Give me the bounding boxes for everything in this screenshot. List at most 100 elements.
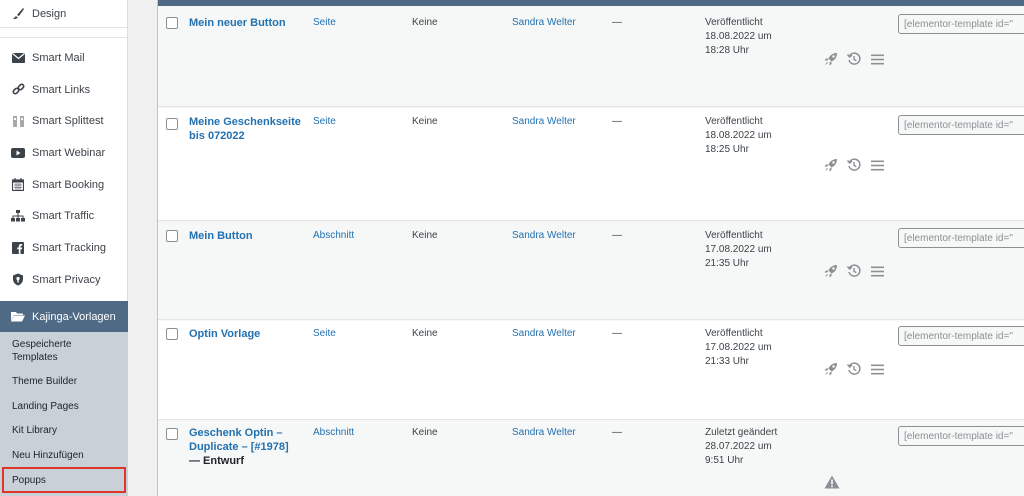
- table-row: Mein neuer Button Seite Keine Sandra Wel…: [158, 6, 1024, 107]
- row-dash: —: [612, 116, 622, 127]
- mail-icon: [11, 51, 25, 65]
- calendar-icon: [11, 178, 25, 192]
- menu-item-label: Smart Traffic: [32, 210, 95, 223]
- submenu-item-gespeicherte-templates[interactable]: Gespeicherte Templates: [12, 338, 112, 364]
- menu-item-label: Design: [32, 7, 67, 20]
- menu-item-smart-traffic[interactable]: Smart Traffic: [0, 200, 127, 232]
- templates-table: Mein neuer Button Seite Keine Sandra Wel…: [157, 0, 1024, 496]
- history-icon[interactable]: [847, 362, 861, 376]
- menu-item-label: Smart Privacy: [32, 273, 101, 286]
- menu-item-smart-webinar[interactable]: Smart Webinar: [0, 137, 127, 169]
- row-actions: [824, 264, 884, 278]
- row-type-link[interactable]: Seite: [313, 17, 336, 28]
- rocket-icon[interactable]: [824, 362, 838, 376]
- rocket-icon[interactable]: [824, 264, 838, 278]
- history-icon[interactable]: [847, 52, 861, 66]
- menu-item-label: Smart Tracking: [32, 241, 106, 254]
- shortcode-input[interactable]: [898, 115, 1024, 135]
- row-checkbox[interactable]: [166, 118, 178, 130]
- submenu-item-landing-pages[interactable]: Landing Pages: [12, 400, 79, 413]
- table-row: Mein Button Abschnitt Keine Sandra Welte…: [158, 222, 1024, 320]
- date-status: Veröffentlicht: [705, 17, 763, 28]
- row-category: Keine: [412, 17, 438, 28]
- date-time: 18:25 Uhr: [705, 144, 749, 155]
- row-title-link[interactable]: Meine Geschenkseite bis 072022: [189, 115, 301, 143]
- shortcode-input[interactable]: [898, 326, 1024, 346]
- row-author-link[interactable]: Sandra Welter: [512, 17, 576, 28]
- row-type-link[interactable]: Abschnitt: [313, 427, 354, 438]
- menu-item-smart-tracking[interactable]: Smart Tracking: [0, 232, 127, 264]
- date-time: 18:28 Uhr: [705, 45, 749, 56]
- row-dash: —: [612, 17, 622, 28]
- menu-item-design[interactable]: Design: [0, 0, 127, 28]
- menu-separator: [0, 28, 127, 38]
- sitemap-icon: [11, 209, 25, 223]
- date-status: Veröffentlicht: [705, 230, 763, 241]
- row-category: Keine: [412, 427, 438, 438]
- date-day: 18.08.2022 um: [705, 31, 772, 42]
- folder-open-icon: [11, 310, 25, 324]
- row-author-link[interactable]: Sandra Welter: [512, 427, 576, 438]
- menu-item-smart-splittest[interactable]: Smart Splittest: [0, 105, 127, 137]
- menu-item-smart-booking[interactable]: Smart Booking: [0, 169, 127, 201]
- date-day: 18.08.2022 um: [705, 130, 772, 141]
- row-checkbox[interactable]: [166, 328, 178, 340]
- row-title-link[interactable]: Geschenk Optin – Duplicate – [#1978] — E…: [189, 426, 301, 468]
- menu-item-smart-links[interactable]: Smart Links: [0, 74, 127, 106]
- menu-icon[interactable]: [870, 52, 884, 66]
- submenu-item-neu-hinzufuegen[interactable]: Neu Hinzufügen: [12, 449, 84, 462]
- table-row: Geschenk Optin – Duplicate – [#1978] — E…: [158, 421, 1024, 496]
- row-category: Keine: [412, 328, 438, 339]
- row-checkbox[interactable]: [166, 230, 178, 242]
- splittest-icon: [11, 114, 25, 128]
- rocket-icon[interactable]: [824, 52, 838, 66]
- row-actions: [824, 362, 884, 376]
- row-date: Veröffentlicht 17.08.2022 um 21:33 Uhr: [705, 327, 805, 369]
- row-actions: [824, 158, 884, 172]
- menu-icon[interactable]: [870, 264, 884, 278]
- row-dash: —: [612, 230, 622, 241]
- history-icon[interactable]: [847, 158, 861, 172]
- row-author-link[interactable]: Sandra Welter: [512, 328, 576, 339]
- date-time: 21:33 Uhr: [705, 356, 749, 367]
- row-author-link[interactable]: Sandra Welter: [512, 116, 576, 127]
- menu-item-label: Smart Mail: [32, 51, 85, 64]
- menu-item-label: Kajinga-Vorlagen: [32, 310, 116, 323]
- row-title-link[interactable]: Mein neuer Button: [189, 16, 301, 30]
- row-checkbox[interactable]: [166, 428, 178, 440]
- menu-item-label: Smart Webinar: [32, 146, 106, 159]
- date-status: Veröffentlicht: [705, 116, 763, 127]
- row-title-link[interactable]: Mein Button: [189, 229, 301, 243]
- row-type-link[interactable]: Abschnitt: [313, 230, 354, 241]
- row-author-link[interactable]: Sandra Welter: [512, 230, 576, 241]
- menu-item-smart-privacy[interactable]: Smart Privacy: [0, 264, 127, 296]
- menu-item-label: Smart Splittest: [32, 115, 104, 128]
- date-time: 21:35 Uhr: [705, 258, 749, 269]
- rocket-icon[interactable]: [824, 158, 838, 172]
- row-date: Veröffentlicht 18.08.2022 um 18:25 Uhr: [705, 115, 805, 157]
- row-checkbox[interactable]: [166, 17, 178, 29]
- submenu-item-kit-library[interactable]: Kit Library: [12, 424, 57, 437]
- shortcode-input[interactable]: [898, 14, 1024, 34]
- row-title-link[interactable]: Optin Vorlage: [189, 327, 301, 341]
- date-status: Zuletzt geändert: [705, 427, 778, 438]
- date-day: 17.08.2022 um: [705, 244, 772, 255]
- menu-item-kajinga-vorlagen[interactable]: Kajinga-Vorlagen: [0, 301, 128, 332]
- warning-icon: [824, 475, 840, 489]
- date-status: Veröffentlicht: [705, 328, 763, 339]
- table-row: Meine Geschenkseite bis 072022 Seite Kei…: [158, 108, 1024, 221]
- row-type-link[interactable]: Seite: [313, 116, 336, 127]
- highlight-box: [2, 467, 126, 493]
- shortcode-input[interactable]: [898, 228, 1024, 248]
- menu-icon[interactable]: [870, 362, 884, 376]
- submenu-item-theme-builder[interactable]: Theme Builder: [12, 375, 77, 388]
- row-category: Keine: [412, 116, 438, 127]
- row-title-text[interactable]: Geschenk Optin – Duplicate – [#1978]: [189, 427, 289, 453]
- row-type-link[interactable]: Seite: [313, 328, 336, 339]
- shortcode-input[interactable]: [898, 426, 1024, 446]
- menu-item-smart-mail[interactable]: Smart Mail: [0, 42, 127, 74]
- shield-icon: [11, 273, 25, 287]
- menu-icon[interactable]: [870, 158, 884, 172]
- history-icon[interactable]: [847, 264, 861, 278]
- date-day: 28.07.2022 um: [705, 441, 772, 452]
